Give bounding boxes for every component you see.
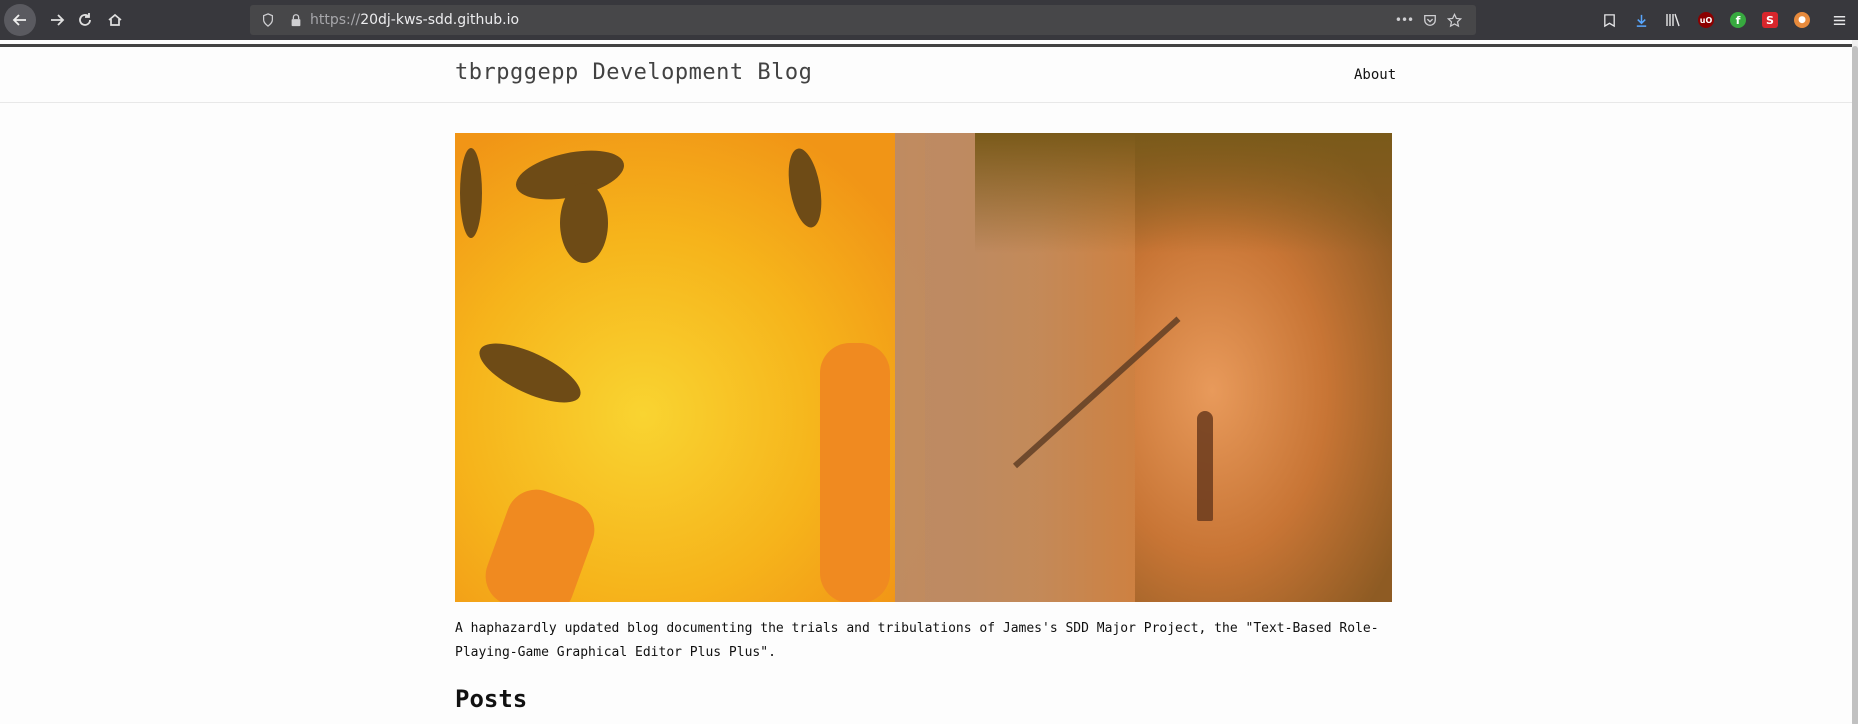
tracking-shield-icon[interactable] bbox=[260, 12, 276, 28]
arrow-left-icon bbox=[12, 14, 26, 26]
lock-icon[interactable] bbox=[288, 12, 304, 28]
back-button[interactable] bbox=[4, 4, 36, 36]
site-header: tbrpggepp Development Blog About bbox=[0, 44, 1852, 103]
emoji-eye-shape bbox=[460, 148, 482, 238]
url-scheme: https:// bbox=[310, 12, 361, 28]
emoji-hand-shape bbox=[820, 343, 890, 602]
red-s-extension-icon[interactable]: S bbox=[1759, 9, 1781, 31]
forward-button[interactable] bbox=[42, 5, 72, 35]
home-icon bbox=[108, 13, 122, 26]
url-text: https://20dj-kws-sdd.github.io bbox=[310, 12, 519, 28]
hero-figure-shape bbox=[1197, 411, 1213, 521]
url-host: 20dj-kws-sdd.github.io bbox=[360, 12, 520, 28]
download-icon[interactable] bbox=[1630, 9, 1652, 31]
scrollbar-thumb[interactable] bbox=[1852, 46, 1858, 724]
ublock-extension-icon[interactable]: uO bbox=[1695, 9, 1717, 31]
posts-heading: Posts bbox=[455, 685, 528, 713]
arrow-right-icon bbox=[51, 14, 65, 26]
hero-roof-shape bbox=[975, 133, 1392, 253]
reload-button[interactable] bbox=[70, 5, 100, 35]
hero-image bbox=[455, 133, 1392, 602]
site-title[interactable]: tbrpggepp Development Blog bbox=[455, 60, 812, 85]
reload-icon bbox=[79, 13, 91, 26]
library-icon[interactable] bbox=[1662, 9, 1684, 31]
web-page: tbrpggepp Development Blog About A hapha… bbox=[0, 44, 1852, 724]
menu-icon[interactable] bbox=[1828, 9, 1850, 31]
pocket-icon[interactable] bbox=[1422, 12, 1438, 28]
reading-list-icon[interactable] bbox=[1598, 9, 1620, 31]
home-button[interactable] bbox=[100, 5, 130, 35]
avatar-extension-icon[interactable]: ● bbox=[1791, 9, 1813, 31]
page-actions-button[interactable]: ••• bbox=[1395, 12, 1414, 28]
blog-intro-text: A haphazardly updated blog documenting t… bbox=[455, 621, 1379, 660]
url-bar[interactable]: https://20dj-kws-sdd.github.io ••• bbox=[250, 5, 1476, 35]
emoji-eye-shape bbox=[560, 183, 608, 263]
browser-toolbar: https://20dj-kws-sdd.github.io ••• uO f … bbox=[0, 0, 1858, 40]
bookmark-star-icon[interactable] bbox=[1446, 12, 1462, 28]
page-scrollbar[interactable] bbox=[1852, 40, 1858, 724]
nav-link-about[interactable]: About bbox=[1354, 67, 1396, 83]
green-extension-icon[interactable]: f bbox=[1727, 9, 1749, 31]
